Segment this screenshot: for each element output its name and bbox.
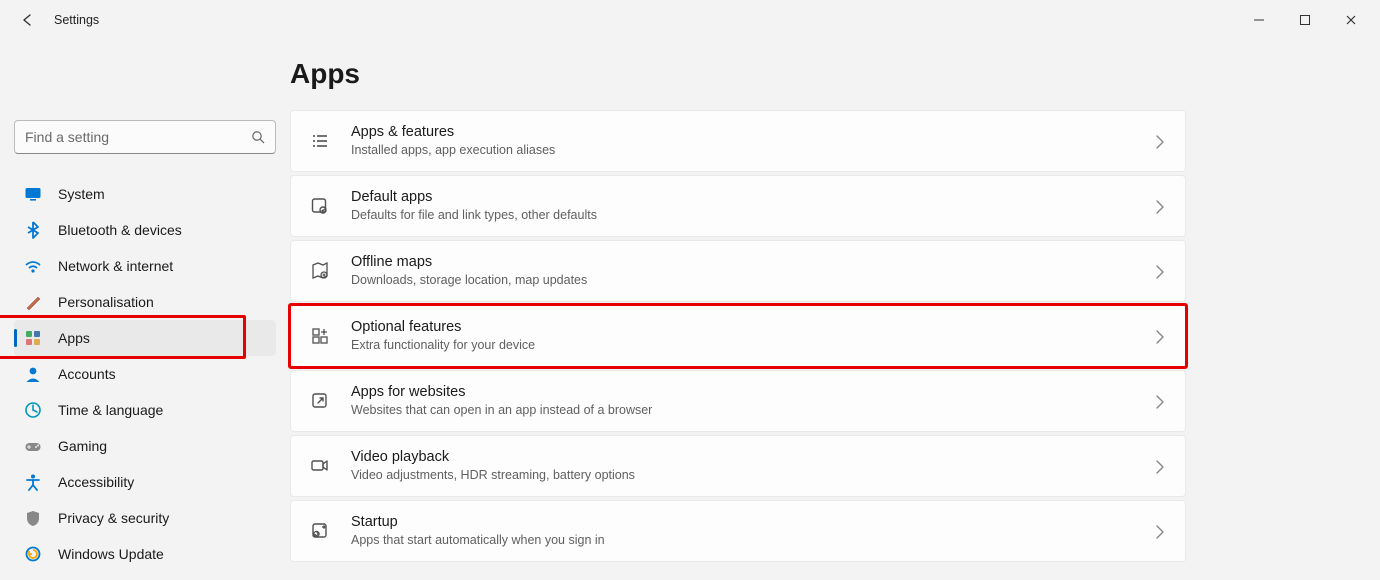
accessibility-icon bbox=[24, 473, 42, 491]
card-texts: Default appsDefaults for file and link t… bbox=[351, 188, 1133, 223]
sidebar-item-label: Accounts bbox=[58, 366, 116, 382]
sidebar-item-label: Gaming bbox=[58, 438, 107, 454]
apps-icon bbox=[24, 329, 42, 347]
card-texts: StartupApps that start automatically whe… bbox=[351, 513, 1133, 548]
card-texts: Apps & featuresInstalled apps, app execu… bbox=[351, 123, 1133, 158]
card-title: Optional features bbox=[351, 318, 1133, 337]
chevron-right-icon bbox=[1153, 394, 1167, 408]
sidebar-nav: System Bluetooth & devices Network & inter… bbox=[14, 176, 276, 572]
card-title: Video playback bbox=[351, 448, 1133, 467]
settings-card-optional-features[interactable]: Optional featuresExtra functionality for… bbox=[290, 305, 1186, 367]
card-subtitle: Defaults for file and link types, other … bbox=[351, 207, 1133, 223]
card-texts: Video playbackVideo adjustments, HDR str… bbox=[351, 448, 1133, 483]
search-field[interactable] bbox=[14, 120, 276, 154]
card-texts: Apps for websitesWebsites that can open … bbox=[351, 383, 1133, 418]
sidebar-item-label: Privacy & security bbox=[58, 510, 169, 526]
sidebar-item-label: Apps bbox=[58, 330, 90, 346]
update-icon bbox=[24, 545, 42, 563]
shield-icon bbox=[24, 509, 42, 527]
search-input[interactable] bbox=[25, 129, 251, 145]
open-external-icon bbox=[309, 390, 331, 412]
puzzle-icon bbox=[309, 325, 331, 347]
window-close-button[interactable] bbox=[1328, 4, 1374, 36]
app-title: Settings bbox=[54, 13, 99, 27]
settings-card-offline-maps[interactable]: Offline mapsDownloads, storage location,… bbox=[290, 240, 1186, 302]
person-icon bbox=[24, 365, 42, 383]
sidebar-item-accounts[interactable]: Accounts bbox=[14, 356, 276, 392]
sidebar-item-label: Windows Update bbox=[58, 546, 164, 562]
sidebar-item-label: Bluetooth & devices bbox=[58, 222, 182, 238]
card-title: Apps for websites bbox=[351, 383, 1133, 402]
brush-icon bbox=[24, 293, 42, 311]
chevron-right-icon bbox=[1153, 524, 1167, 538]
sidebar-item-label: Accessibility bbox=[58, 474, 134, 490]
window-maximize-button[interactable] bbox=[1282, 4, 1328, 36]
sidebar-item-accessibility[interactable]: Accessibility bbox=[14, 464, 276, 500]
settings-card-default-apps[interactable]: Default appsDefaults for file and link t… bbox=[290, 175, 1186, 237]
wifi-icon bbox=[24, 257, 42, 275]
settings-card-video-playback[interactable]: Video playbackVideo adjustments, HDR str… bbox=[290, 435, 1186, 497]
chevron-right-icon bbox=[1153, 329, 1167, 343]
gamepad-icon bbox=[24, 437, 42, 455]
settings-card-startup[interactable]: StartupApps that start automatically whe… bbox=[290, 500, 1186, 562]
search-icon bbox=[251, 130, 265, 144]
sidebar-item-label: Personalisation bbox=[58, 294, 154, 310]
sidebar-item-apps[interactable]: Apps bbox=[14, 320, 276, 356]
sidebar-item-label: Time & language bbox=[58, 402, 163, 418]
settings-card-apps-for-websites[interactable]: Apps for websitesWebsites that can open … bbox=[290, 370, 1186, 432]
bluetooth-icon bbox=[24, 221, 42, 239]
list-icon bbox=[309, 130, 331, 152]
card-subtitle: Installed apps, app execution aliases bbox=[351, 142, 1133, 158]
page-title: Apps bbox=[290, 58, 1380, 90]
sidebar-item-bluetooth-devices[interactable]: Bluetooth & devices bbox=[14, 212, 276, 248]
back-button[interactable] bbox=[20, 12, 36, 28]
sidebar-item-label: Network & internet bbox=[58, 258, 173, 274]
display-icon bbox=[24, 185, 42, 203]
card-subtitle: Websites that can open in an app instead… bbox=[351, 402, 1133, 418]
clock-globe-icon bbox=[24, 401, 42, 419]
chevron-right-icon bbox=[1153, 199, 1167, 213]
sidebar-item-personalisation[interactable]: Personalisation bbox=[14, 284, 276, 320]
video-icon bbox=[309, 455, 331, 477]
sidebar-item-network-internet[interactable]: Network & internet bbox=[14, 248, 276, 284]
card-title: Startup bbox=[351, 513, 1133, 532]
card-subtitle: Extra functionality for your device bbox=[351, 337, 1133, 353]
main-panel: Apps Apps & featuresInstalled apps, app … bbox=[290, 40, 1380, 580]
sidebar-item-gaming[interactable]: Gaming bbox=[14, 428, 276, 464]
sidebar-item-windows-update[interactable]: Windows Update bbox=[14, 536, 276, 572]
card-texts: Offline mapsDownloads, storage location,… bbox=[351, 253, 1133, 288]
settings-list: Apps & featuresInstalled apps, app execu… bbox=[290, 110, 1186, 562]
sidebar-item-privacy-security[interactable]: Privacy & security bbox=[14, 500, 276, 536]
chevron-right-icon bbox=[1153, 134, 1167, 148]
chevron-right-icon bbox=[1153, 264, 1167, 278]
card-title: Apps & features bbox=[351, 123, 1133, 142]
sidebar: System Bluetooth & devices Network & inter… bbox=[0, 40, 290, 580]
titlebar: Settings bbox=[0, 0, 1380, 40]
chevron-right-icon bbox=[1153, 459, 1167, 473]
card-title: Offline maps bbox=[351, 253, 1133, 272]
card-subtitle: Downloads, storage location, map updates bbox=[351, 272, 1133, 288]
map-icon bbox=[309, 260, 331, 282]
window-minimize-button[interactable] bbox=[1236, 4, 1282, 36]
startup-icon bbox=[309, 520, 331, 542]
card-subtitle: Video adjustments, HDR streaming, batter… bbox=[351, 467, 1133, 483]
sidebar-item-label: System bbox=[58, 186, 105, 202]
card-subtitle: Apps that start automatically when you s… bbox=[351, 532, 1133, 548]
default-apps-icon bbox=[309, 195, 331, 217]
card-title: Default apps bbox=[351, 188, 1133, 207]
card-texts: Optional featuresExtra functionality for… bbox=[351, 318, 1133, 353]
sidebar-item-system[interactable]: System bbox=[14, 176, 276, 212]
settings-card-apps-features[interactable]: Apps & featuresInstalled apps, app execu… bbox=[290, 110, 1186, 172]
sidebar-item-time-language[interactable]: Time & language bbox=[14, 392, 276, 428]
